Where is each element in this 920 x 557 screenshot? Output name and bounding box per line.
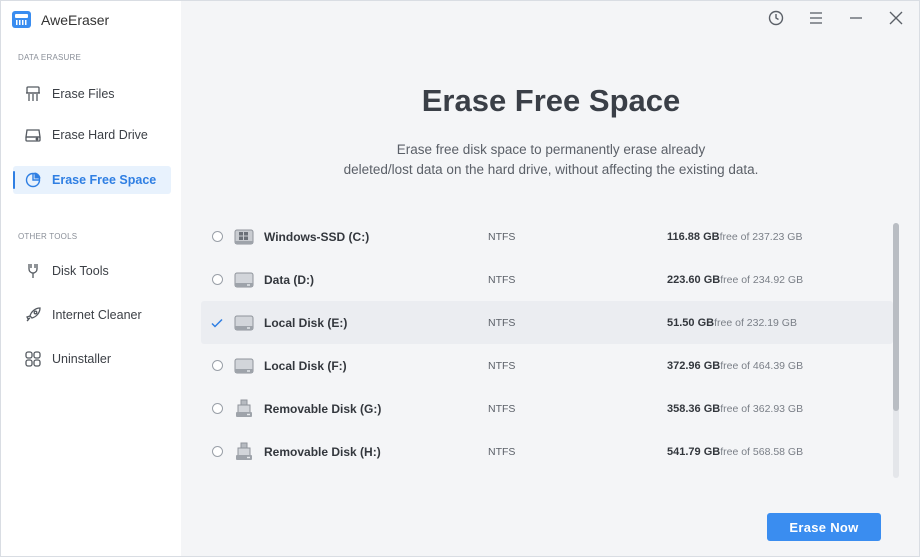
drive-free-space: 116.88 GBfree of 237.23 GB	[667, 231, 802, 243]
radio-button[interactable]	[212, 360, 223, 371]
drive-total: free of 362.93 GB	[720, 402, 804, 415]
nav-item-label: Uninstaller	[52, 352, 112, 366]
drive-free-space: 372.96 GBfree of 464.39 GB	[667, 360, 803, 372]
hard-disk-icon	[234, 272, 254, 287]
hard-drive-icon	[25, 129, 41, 142]
nav-item-label: Erase Free Space	[52, 173, 157, 187]
nav-item-label: Erase Files	[52, 87, 115, 101]
drive-free-amount: 223.60 GB	[667, 273, 721, 286]
minimize-icon	[850, 17, 862, 19]
drive-free-amount: 358.36 GB	[667, 402, 721, 415]
radio-button[interactable]	[212, 231, 223, 242]
sidebar: AweEraser DATA ERASURE Erase Files Erase…	[1, 1, 181, 556]
radio-button[interactable]	[212, 446, 223, 457]
page-title: Erase Free Space	[421, 83, 681, 118]
wrench-icon	[28, 264, 38, 278]
apps-grid-icon	[25, 351, 41, 367]
drive-name: Windows-SSD (C:)	[264, 229, 370, 244]
app-logo-icon	[12, 11, 31, 28]
hard-disk-icon	[234, 315, 254, 330]
nav-item-erase-hard-drive[interactable]: Erase Hard Drive	[13, 121, 171, 149]
drive-filesystem: NTFS	[488, 273, 516, 286]
drive-name: Data (D:)	[264, 272, 314, 287]
usb-drive-icon	[236, 442, 252, 460]
drive-total: free of 232.19 GB	[714, 316, 797, 329]
drive-list-scrollbar[interactable]	[893, 223, 899, 478]
brand: AweEraser	[11, 9, 109, 30]
drive-name: Removable Disk (G:)	[264, 401, 382, 416]
radio-button[interactable]	[212, 274, 223, 285]
drive-filesystem: NTFS	[488, 316, 516, 329]
minimize-button[interactable]	[847, 9, 865, 27]
window-controls	[767, 9, 905, 27]
section-label-data-erasure: DATA ERASURE	[18, 53, 82, 62]
drive-name: Removable Disk (H:)	[264, 444, 381, 459]
drive-total: free of 237.23 GB	[719, 230, 803, 243]
nav-item-internet-cleaner[interactable]: Internet Cleaner	[13, 301, 171, 329]
nav-item-label: Internet Cleaner	[52, 308, 142, 322]
nav-item-erase-files[interactable]: Erase Files	[13, 80, 171, 108]
drive-row-h[interactable]: Removable Disk (H:) NTFS 541.79 GBfree o…	[201, 430, 893, 473]
drive-free-space: 541.79 GBfree of 568.58 GB	[667, 446, 803, 458]
pie-chart-icon	[25, 172, 41, 188]
drive-list: Windows-SSD (C:) NTFS 116.88 GBfree of 2…	[201, 215, 893, 473]
drive-total: free of 568.58 GB	[720, 445, 804, 458]
drive-name: Local Disk (E:)	[264, 315, 348, 330]
drive-row-f[interactable]: Local Disk (F:) NTFS 372.96 GBfree of 46…	[201, 344, 893, 387]
app-window: AweEraser DATA ERASURE Erase Files Erase…	[0, 0, 920, 557]
usb-drive-icon	[236, 399, 252, 417]
drive-row-g[interactable]: Removable Disk (G:) NTFS 358.36 GBfree o…	[201, 387, 893, 430]
history-button[interactable]	[767, 9, 785, 27]
drive-free-space: 358.36 GBfree of 362.93 GB	[667, 403, 803, 415]
page-description-line: Erase free disk space to permanently era…	[396, 142, 706, 157]
history-icon	[768, 10, 784, 26]
page-description: Erase free disk space to permanently era…	[181, 140, 919, 180]
close-button[interactable]	[887, 9, 905, 27]
nav-item-disk-tools[interactable]: Disk Tools	[13, 257, 171, 285]
drive-free-amount: 372.96 GB	[667, 359, 721, 372]
erase-now-button[interactable]: Erase Now	[767, 513, 881, 541]
nav-item-label: Disk Tools	[52, 264, 109, 278]
drive-filesystem: NTFS	[488, 359, 516, 372]
drive-free-space: 223.60 GBfree of 234.92 GB	[667, 274, 803, 286]
drive-name: Local Disk (F:)	[264, 358, 347, 373]
scrollbar-thumb[interactable]	[893, 223, 899, 411]
drive-row-c[interactable]: Windows-SSD (C:) NTFS 116.88 GBfree of 2…	[201, 215, 893, 258]
drive-row-e[interactable]: Local Disk (E:) NTFS 51.50 GBfree of 232…	[201, 301, 893, 344]
app-title: AweEraser	[41, 11, 110, 28]
drive-total: free of 464.39 GB	[720, 359, 804, 372]
drive-free-amount: 51.50 GB	[667, 316, 715, 329]
drive-row-d[interactable]: Data (D:) NTFS 223.60 GBfree of 234.92 G…	[201, 258, 893, 301]
drive-free-amount: 541.79 GB	[667, 445, 721, 458]
page-description-line: deleted/lost data on the hard drive, wit…	[343, 162, 759, 177]
drive-free-space: 51.50 GBfree of 232.19 GB	[667, 317, 797, 329]
drive-filesystem: NTFS	[488, 230, 516, 243]
checkmark-icon[interactable]	[210, 316, 224, 330]
menu-button[interactable]	[807, 9, 825, 27]
close-icon	[889, 11, 903, 25]
hard-disk-icon	[234, 358, 254, 373]
nav-item-erase-free-space[interactable]: Erase Free Space	[13, 166, 171, 194]
drive-total: free of 234.92 GB	[720, 273, 804, 286]
rocket-icon	[26, 307, 41, 322]
drive-free-amount: 116.88 GB	[667, 230, 720, 243]
nav-item-uninstaller[interactable]: Uninstaller	[13, 345, 171, 373]
windows-drive-icon	[234, 229, 254, 244]
shredder-icon	[26, 86, 40, 101]
nav-item-label: Erase Hard Drive	[52, 128, 148, 142]
drive-filesystem: NTFS	[488, 445, 516, 458]
drive-filesystem: NTFS	[488, 402, 516, 415]
menu-icon	[810, 12, 822, 24]
section-label-other-tools: OTHER TOOLS	[18, 232, 78, 241]
radio-button[interactable]	[212, 403, 223, 414]
